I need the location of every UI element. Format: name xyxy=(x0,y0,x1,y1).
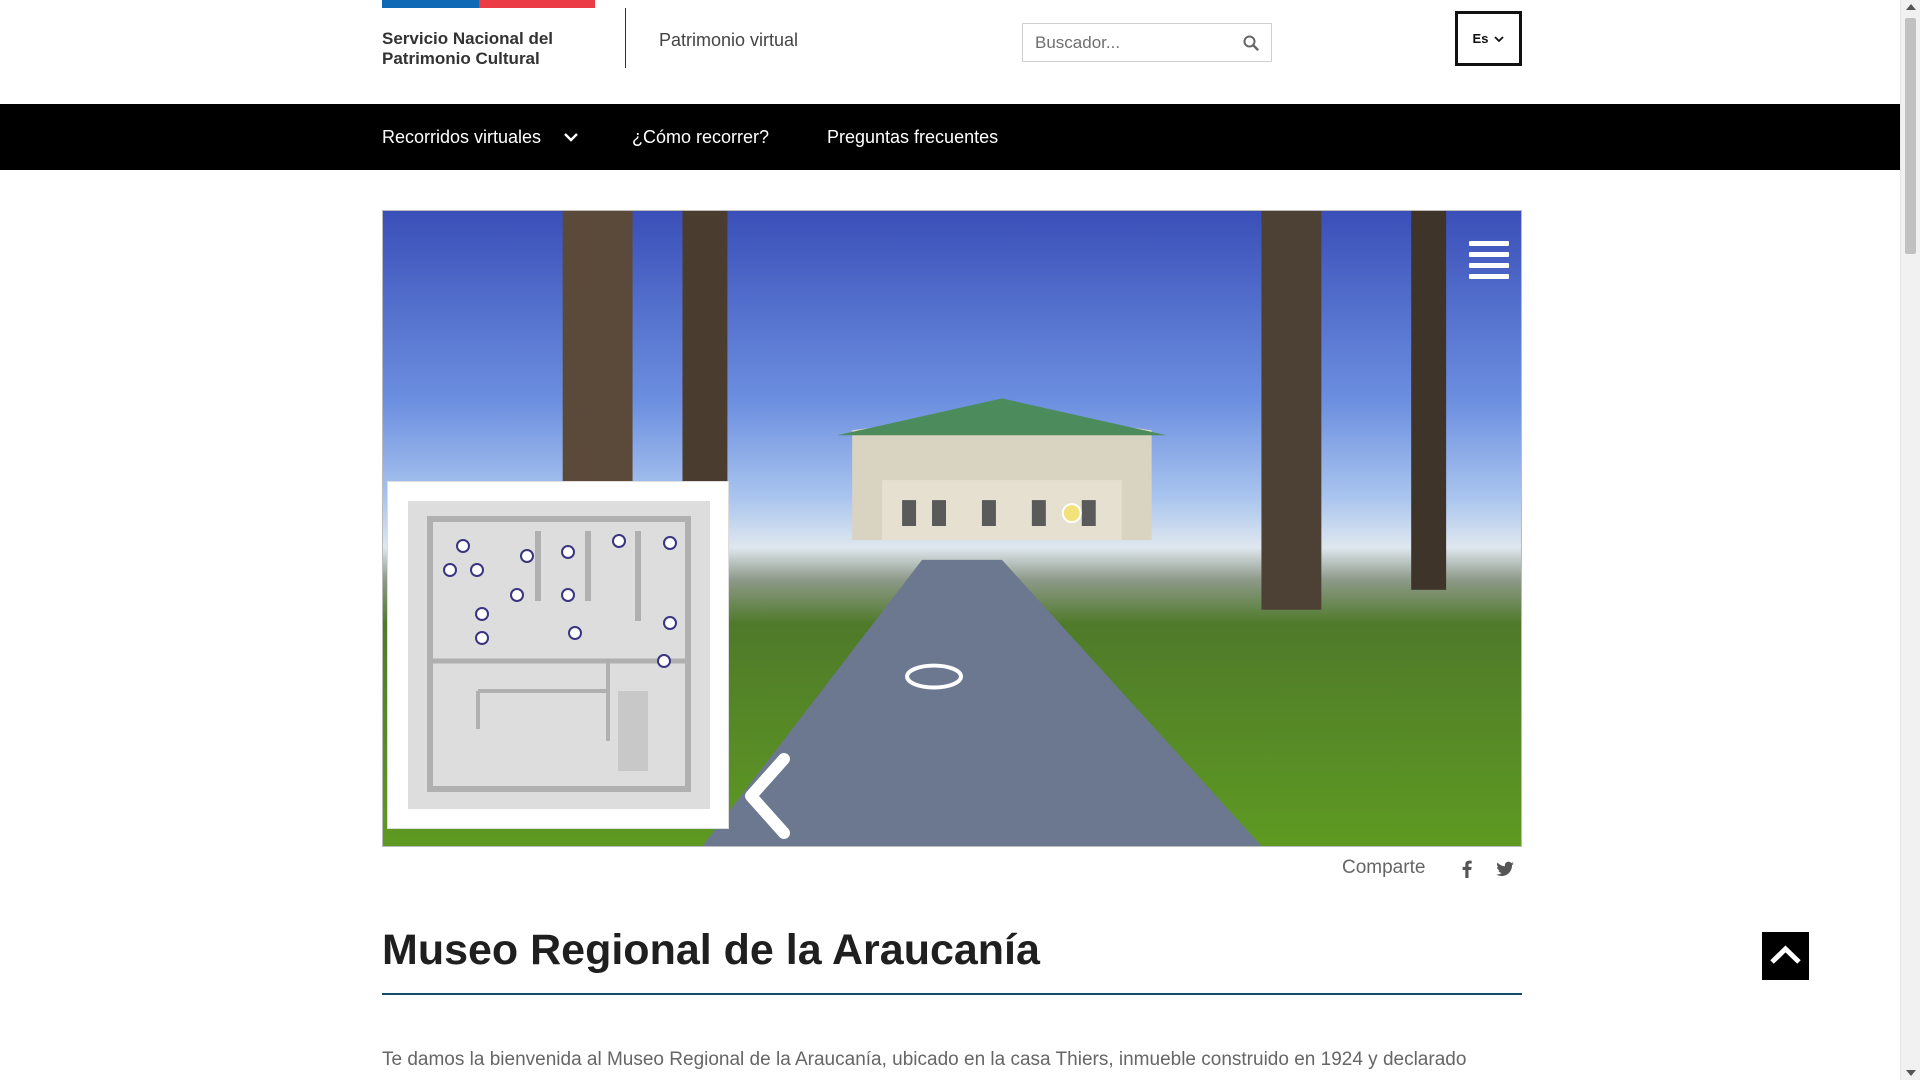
nav-item-label: Recorridos virtuales xyxy=(382,126,542,147)
brand-logo-link[interactable]: Servicio Nacional del Patrimonio Cultura… xyxy=(382,29,582,69)
facebook-icon[interactable] xyxy=(1457,859,1477,879)
brand-line-2: Patrimonio Cultural xyxy=(382,49,540,68)
share-label: Comparte xyxy=(1342,857,1426,878)
title-divider xyxy=(382,993,1522,995)
nav-item-label: ¿Cómo recorrer? xyxy=(632,126,770,147)
chevron-up-icon xyxy=(1770,945,1801,964)
scroll-up-arrow[interactable] xyxy=(1906,4,1916,10)
twitter-icon[interactable] xyxy=(1495,859,1515,879)
chevron-left-icon[interactable] xyxy=(739,751,799,841)
brand-divider xyxy=(625,8,626,68)
page-scrollbar[interactable] xyxy=(1900,0,1920,1080)
nav-item-label: Preguntas frecuentes xyxy=(827,126,999,147)
search-input[interactable] xyxy=(1023,24,1233,61)
language-label: Es xyxy=(1472,31,1489,46)
hamburger-icon[interactable] xyxy=(1469,241,1509,279)
chevron-down-icon[interactable] xyxy=(563,132,579,142)
flag-bar xyxy=(382,0,595,8)
site-name[interactable]: Patrimonio virtual xyxy=(659,30,798,51)
flag-red-stripe xyxy=(479,0,595,8)
language-selector[interactable]: Es xyxy=(1455,11,1522,66)
main-navbar: Recorridos virtuales ¿Cómo recorrer? Pre… xyxy=(0,104,1900,170)
virtual-tour-viewer[interactable] xyxy=(382,210,1522,847)
intro-paragraph: Te damos la bienvenida al Museo Regional… xyxy=(382,1049,1467,1070)
search-box xyxy=(1022,23,1272,62)
floor-plan-minimap[interactable] xyxy=(387,481,729,829)
brand-line-1: Servicio Nacional del xyxy=(382,29,554,48)
nav-item-como-recorrer[interactable]: ¿Cómo recorrer? xyxy=(632,104,769,170)
nav-item-recorridos-virtuales[interactable]: Recorridos virtuales xyxy=(382,104,579,170)
floor-plan-drawing xyxy=(427,516,691,792)
page-title: Museo Regional de la Araucanía xyxy=(382,926,1040,974)
nav-item-preguntas-frecuentes[interactable]: Preguntas frecuentes xyxy=(827,104,998,170)
back-to-top-button[interactable] xyxy=(1762,932,1809,980)
scroll-down-arrow[interactable] xyxy=(1906,1070,1916,1076)
search-icon[interactable] xyxy=(1243,35,1259,51)
site-header: Servicio Nacional del Patrimonio Cultura… xyxy=(0,0,1900,104)
share-bar: Comparte xyxy=(1342,857,1514,879)
scroll-thumb[interactable] xyxy=(1905,18,1916,254)
flag-blue-stripe xyxy=(382,0,479,8)
chevron-down-icon xyxy=(1494,35,1505,42)
floor-plan-map xyxy=(408,501,710,809)
